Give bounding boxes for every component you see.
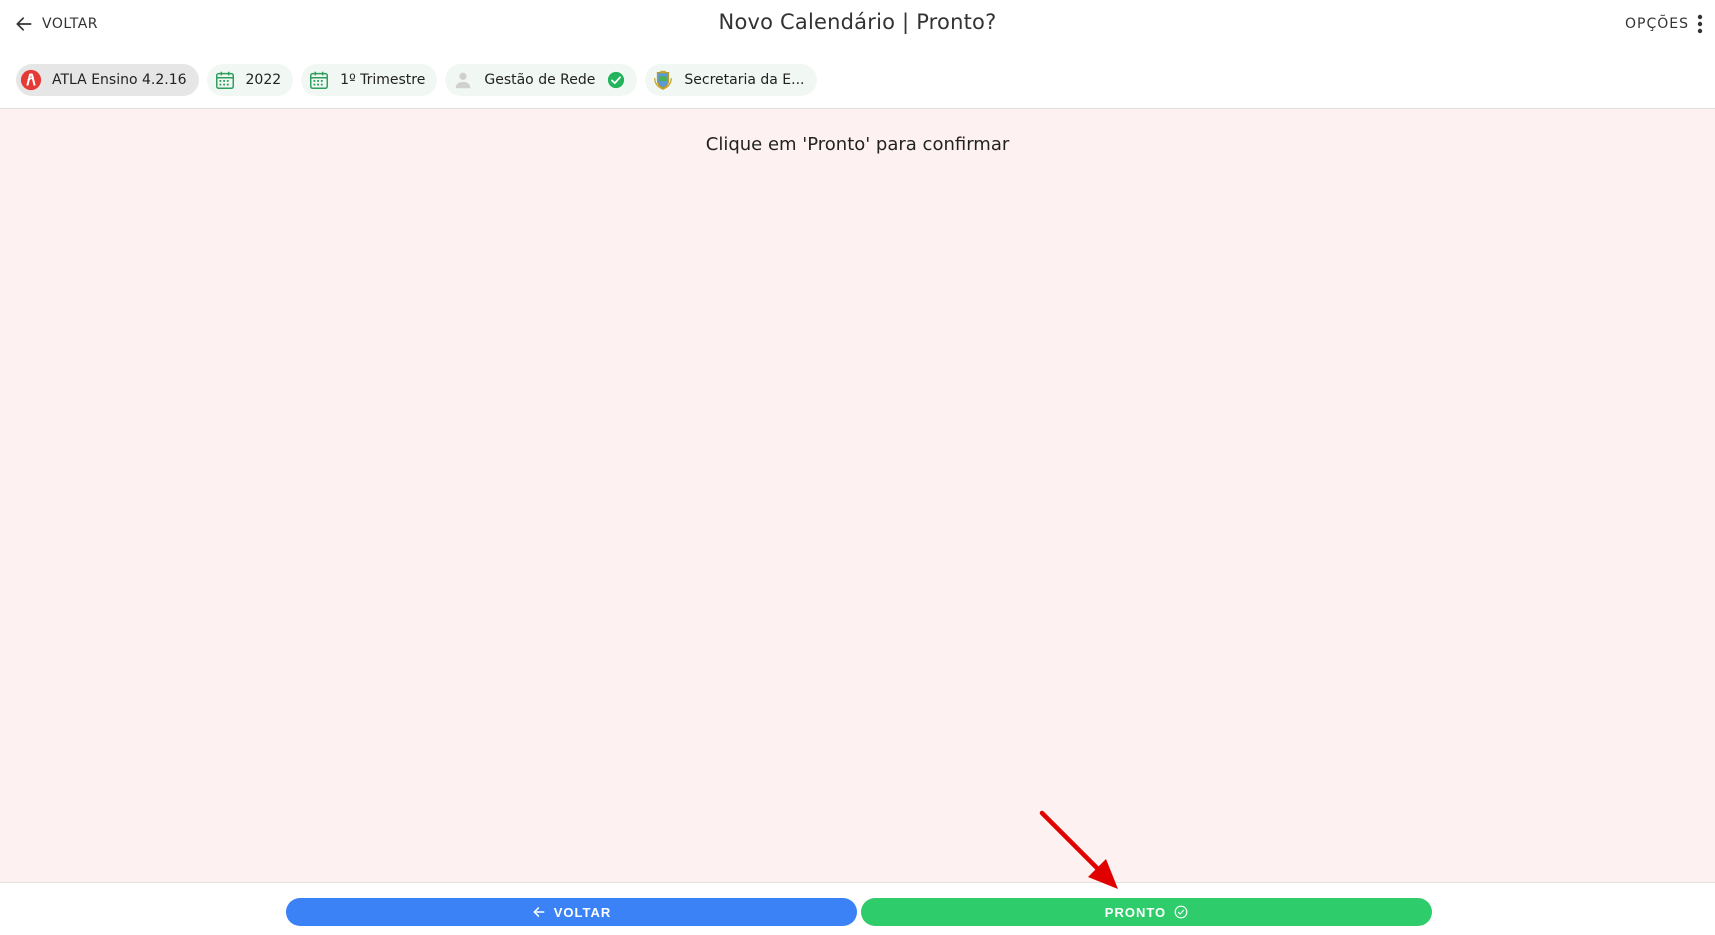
- top-app-bar: VOLTAR Novo Calendário | Pronto? OPÇÕES …: [0, 0, 1715, 109]
- options-label: OPÇÕES: [1625, 16, 1689, 32]
- chip-role[interactable]: Gestão de Rede: [445, 64, 638, 96]
- check-circle-outline-icon: [1174, 905, 1188, 919]
- page-title: Novo Calendário | Pronto?: [718, 10, 997, 34]
- main-content: Clique em 'Pronto' para confirmar: [0, 109, 1715, 882]
- chip-label: Secretaria da E...: [684, 72, 805, 88]
- bottom-action-bar: VOLTAR PRONTO: [0, 882, 1715, 935]
- chip-organization[interactable]: Secretaria da E...: [645, 64, 817, 96]
- chip-label: 2022: [245, 72, 282, 88]
- back-button[interactable]: VOLTAR: [286, 898, 857, 926]
- arrow-left-icon: [533, 907, 545, 917]
- ready-button-label: PRONTO: [1104, 904, 1167, 920]
- ready-button[interactable]: PRONTO: [861, 898, 1432, 926]
- calendar-icon: [213, 68, 237, 92]
- back-button-label: VOLTAR: [553, 904, 612, 920]
- user-icon: [451, 68, 475, 92]
- chip-label: Gestão de Rede: [484, 72, 596, 88]
- options-menu-button[interactable]: OPÇÕES: [1625, 12, 1703, 36]
- chip-label: 1º Trimestre: [340, 72, 426, 88]
- atla-logo-icon: [19, 68, 43, 92]
- chip-label: ATLA Ensino 4.2.16: [52, 72, 187, 88]
- check-circle-icon: [608, 71, 625, 89]
- chip-period[interactable]: 1º Trimestre: [301, 64, 438, 96]
- crest-icon: [651, 68, 675, 92]
- chip-year[interactable]: 2022: [206, 64, 294, 96]
- chip-system-version[interactable]: ATLA Ensino 4.2.16: [16, 64, 199, 96]
- more-vertical-icon: [1697, 14, 1703, 34]
- confirm-instruction: Clique em 'Pronto' para confirmar: [705, 134, 1010, 155]
- context-chips: ATLA Ensino 4.2.16 2022 1º Trimestre Ges…: [16, 64, 817, 96]
- calendar-icon: [307, 68, 331, 92]
